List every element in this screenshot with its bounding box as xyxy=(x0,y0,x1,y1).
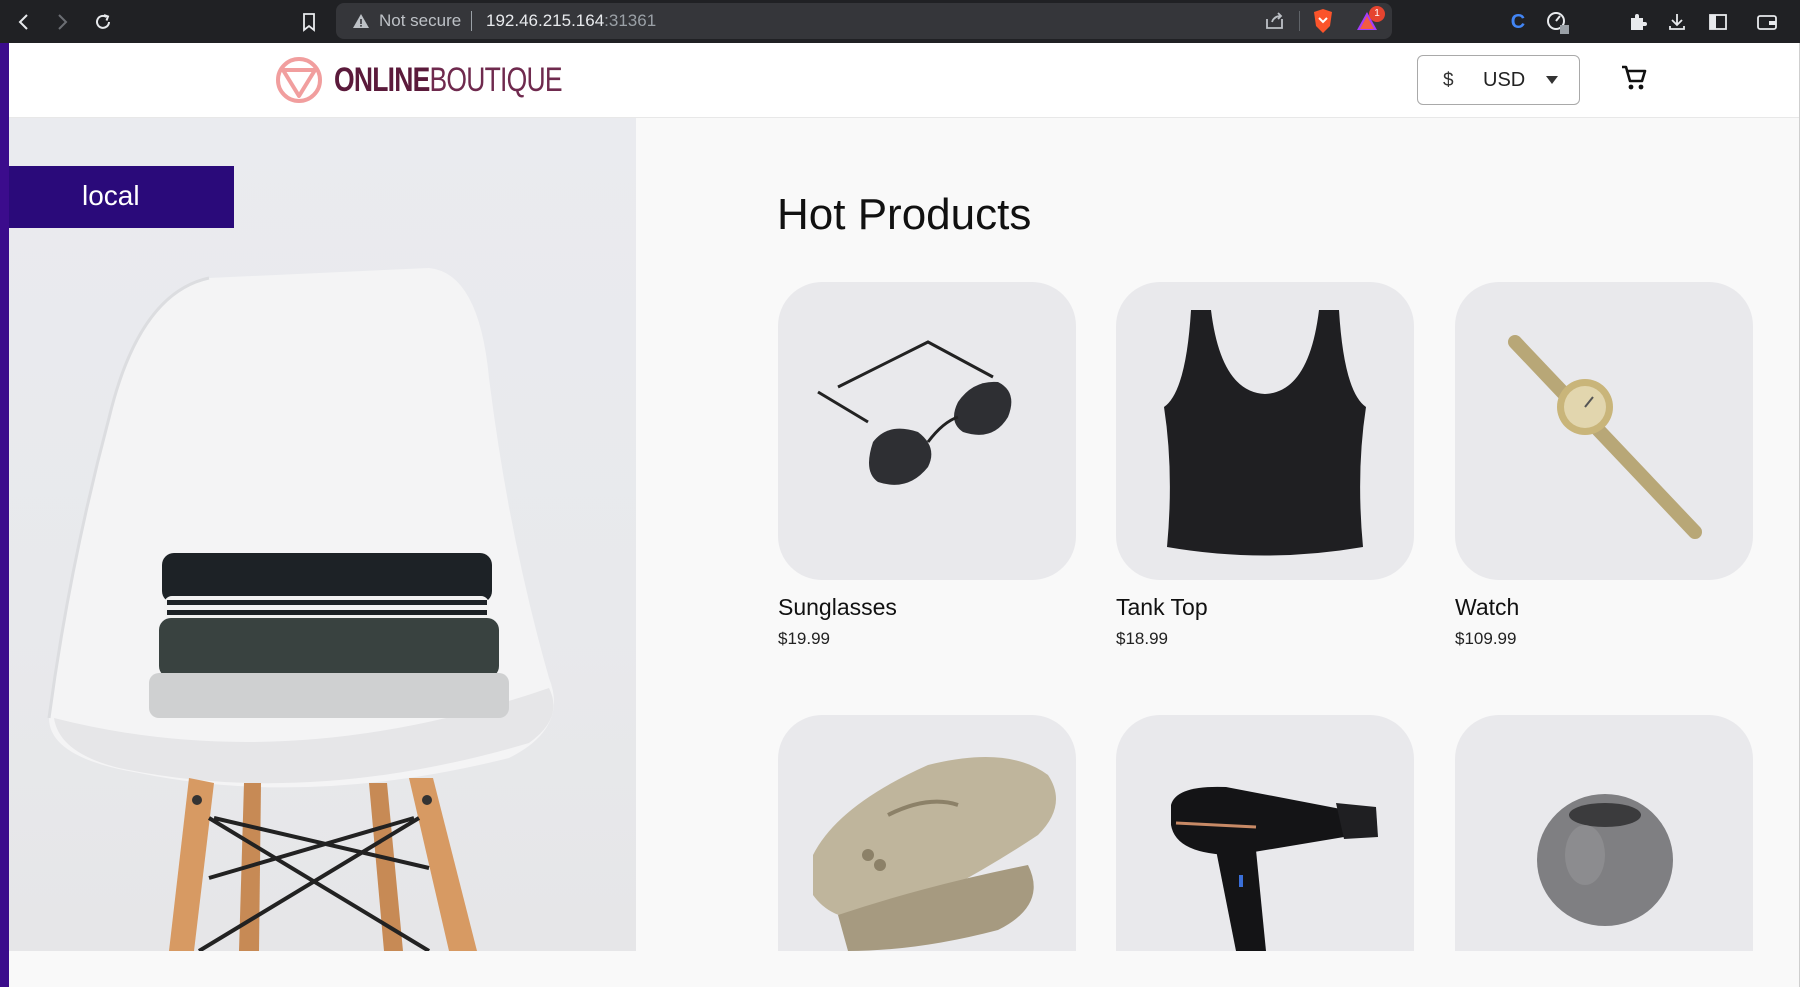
candle-holder-image xyxy=(1537,794,1673,926)
hair-dryer-image xyxy=(1171,786,1378,951)
product-image[interactable] xyxy=(1455,715,1753,951)
download-icon[interactable] xyxy=(1664,9,1690,35)
security-label[interactable]: Not secure xyxy=(379,11,461,31)
site-header: ONLINEBOUTIQUE $ USD xyxy=(9,43,1799,118)
tank-top-image xyxy=(1164,310,1366,556)
forward-icon[interactable] xyxy=(48,8,76,36)
sidebar-icon[interactable] xyxy=(1705,9,1731,35)
chair-illustration xyxy=(47,268,554,951)
cart-icon xyxy=(1622,65,1647,90)
product-name[interactable]: Sunglasses xyxy=(778,594,1076,621)
currency-code: USD xyxy=(1483,69,1526,91)
notification-badge: 1 xyxy=(1369,6,1385,22)
logo-text: ONLINEBOUTIQUE xyxy=(334,60,563,100)
product-price: $109.99 xyxy=(1455,629,1517,648)
extension-gauge-icon[interactable] xyxy=(1544,9,1570,35)
product-name[interactable]: Tank Top xyxy=(1116,594,1414,621)
browser-toolbar: Not secure 192.46.215.164:31361 1 C xyxy=(0,0,1800,43)
environment-badge: local xyxy=(9,166,234,228)
currency-selector[interactable]: $ USD xyxy=(1417,55,1580,105)
bookmark-icon[interactable] xyxy=(295,8,323,36)
cart-button[interactable] xyxy=(1619,63,1649,97)
warning-icon xyxy=(353,14,369,28)
watch-image xyxy=(1508,335,1702,539)
url-separator xyxy=(471,11,472,31)
loafers-image xyxy=(813,757,1056,951)
accent-bar xyxy=(0,43,9,987)
environment-label: local xyxy=(82,180,140,211)
product-name[interactable]: Watch xyxy=(1455,594,1753,621)
product-card[interactable] xyxy=(1455,715,1753,965)
product-image[interactable] xyxy=(1116,715,1414,951)
page-viewport: ONLINEBOUTIQUE $ USD local Hot Products … xyxy=(0,43,1800,987)
product-card[interactable]: Watch $109.99 xyxy=(1455,282,1753,649)
currency-symbol: $ xyxy=(1443,70,1454,91)
url-host: 192.46.215.164 xyxy=(486,11,605,30)
sunglasses-image xyxy=(817,340,1012,485)
product-card[interactable] xyxy=(778,715,1076,965)
brave-shield-icon[interactable] xyxy=(1312,8,1334,34)
logo-text-bold: ONLINE xyxy=(334,60,430,99)
product-price: $18.99 xyxy=(1116,629,1168,648)
product-card[interactable]: Tank Top $18.99 xyxy=(1116,282,1414,649)
product-image[interactable] xyxy=(1455,282,1753,580)
url-text[interactable]: 192.46.215.164:31361 xyxy=(486,11,656,31)
product-card[interactable] xyxy=(1116,715,1414,965)
product-image[interactable] xyxy=(778,715,1076,951)
wallet-icon[interactable] xyxy=(1754,9,1780,35)
product-image[interactable] xyxy=(1116,282,1414,580)
url-port: :31361 xyxy=(604,11,657,30)
reload-icon[interactable] xyxy=(89,8,117,36)
product-card[interactable]: Sunglasses $19.99 xyxy=(778,282,1076,649)
page-footer-space xyxy=(9,951,1799,987)
logo-icon xyxy=(276,57,322,103)
back-icon[interactable] xyxy=(10,8,38,36)
share-icon[interactable] xyxy=(1264,11,1286,31)
address-bar[interactable]: Not secure 192.46.215.164:31361 1 xyxy=(336,3,1392,39)
logo-text-light: BOUTIQUE xyxy=(429,60,563,99)
hero-image: local xyxy=(9,118,636,951)
logo[interactable]: ONLINEBOUTIQUE xyxy=(274,55,626,105)
product-price: $19.99 xyxy=(778,629,830,648)
caret-down-icon xyxy=(1546,76,1558,84)
product-image[interactable] xyxy=(778,282,1076,580)
urlbar-divider xyxy=(1299,11,1300,31)
extensions-puzzle-icon[interactable] xyxy=(1625,9,1651,35)
extension-c-icon[interactable]: C xyxy=(1505,9,1531,35)
section-title: Hot Products xyxy=(777,190,1032,239)
